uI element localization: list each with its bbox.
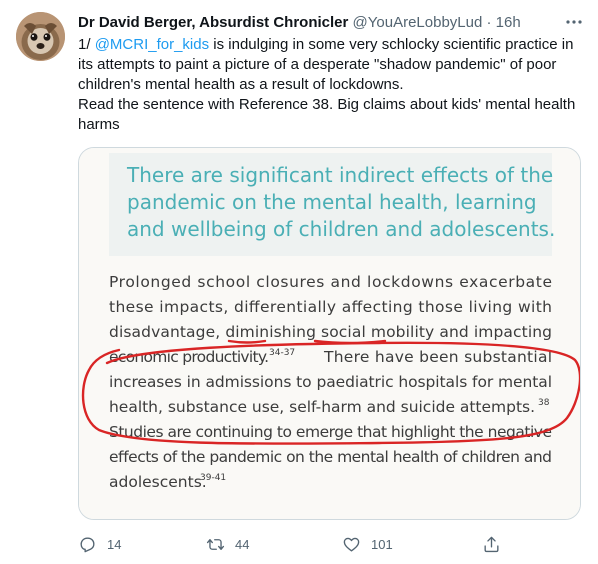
display-name[interactable]: Dr David Berger, Absurdist Chronicler	[78, 14, 348, 31]
tweet-text-paragraph-2: Read the sentence with Reference 38. Big…	[78, 96, 576, 133]
body-line-7: Studies are continuing to emerge that hi…	[109, 423, 552, 441]
heart-icon	[343, 537, 360, 552]
body-line-3: disadvantage, diminishing social mobilit…	[109, 323, 552, 341]
thread-number: 1/	[78, 36, 91, 53]
user-handle[interactable]: @YouAreLobbyLud	[353, 14, 483, 31]
body-line-8: effects of the pandemic on the mental he…	[109, 448, 552, 466]
avatar-image	[16, 12, 65, 61]
mention-link[interactable]: @MCRI_for_kids	[95, 36, 209, 53]
ref-38: 38	[538, 398, 550, 408]
timestamp[interactable]: 16h	[496, 14, 521, 31]
body-line-5: increases in admissions to paediatric ho…	[109, 373, 552, 391]
reply-count: 14	[107, 536, 122, 552]
tweet-text-paragraph-1: 1/ @MCRI_for_kids is indulging in some v…	[78, 35, 578, 95]
body-line-4b: There have been substantial	[323, 348, 552, 366]
separator-dot: ·	[486, 14, 492, 31]
reply-button[interactable]: 14	[78, 532, 121, 556]
like-count: 101	[371, 536, 393, 552]
heading-line-3: and wellbeing of children and adolescent…	[127, 217, 555, 241]
more-options-icon[interactable]	[564, 12, 584, 32]
retweet-count: 44	[235, 536, 250, 552]
retweet-icon	[206, 538, 225, 550]
body-line-2: these impacts, differentially affecting …	[109, 298, 552, 316]
like-button[interactable]: 101	[342, 532, 393, 556]
action-bar: 14 44 101	[78, 532, 578, 556]
ref-34-37: 34-37	[269, 348, 295, 358]
heading-line-2: pandemic on the mental health, learning	[127, 190, 537, 214]
heading-line-1: There are significant indirect effects o…	[126, 163, 553, 187]
share-button[interactable]	[482, 532, 501, 556]
retweet-button[interactable]: 44	[206, 532, 249, 556]
body-line-9: adolescents.	[109, 473, 207, 491]
body-line-1: Prolonged school closures and lockdowns …	[109, 273, 552, 291]
body-line-6: health, substance use, self-harm and sui…	[109, 398, 535, 416]
avatar[interactable]	[16, 12, 65, 61]
ref-39-41: 39-41	[200, 473, 226, 483]
document-excerpt-image: There are significant indirect effects o…	[79, 148, 580, 519]
share-icon	[484, 536, 499, 552]
tweet: Dr David Berger, Absurdist Chronicler @Y…	[0, 0, 598, 564]
tweet-header: Dr David Berger, Absurdist Chronicler @Y…	[78, 13, 578, 33]
tweet-image[interactable]: There are significant indirect effects o…	[78, 147, 581, 520]
reply-icon	[80, 536, 95, 552]
tweet-text: 1/ @MCRI_for_kids is indulging in some v…	[78, 35, 578, 135]
